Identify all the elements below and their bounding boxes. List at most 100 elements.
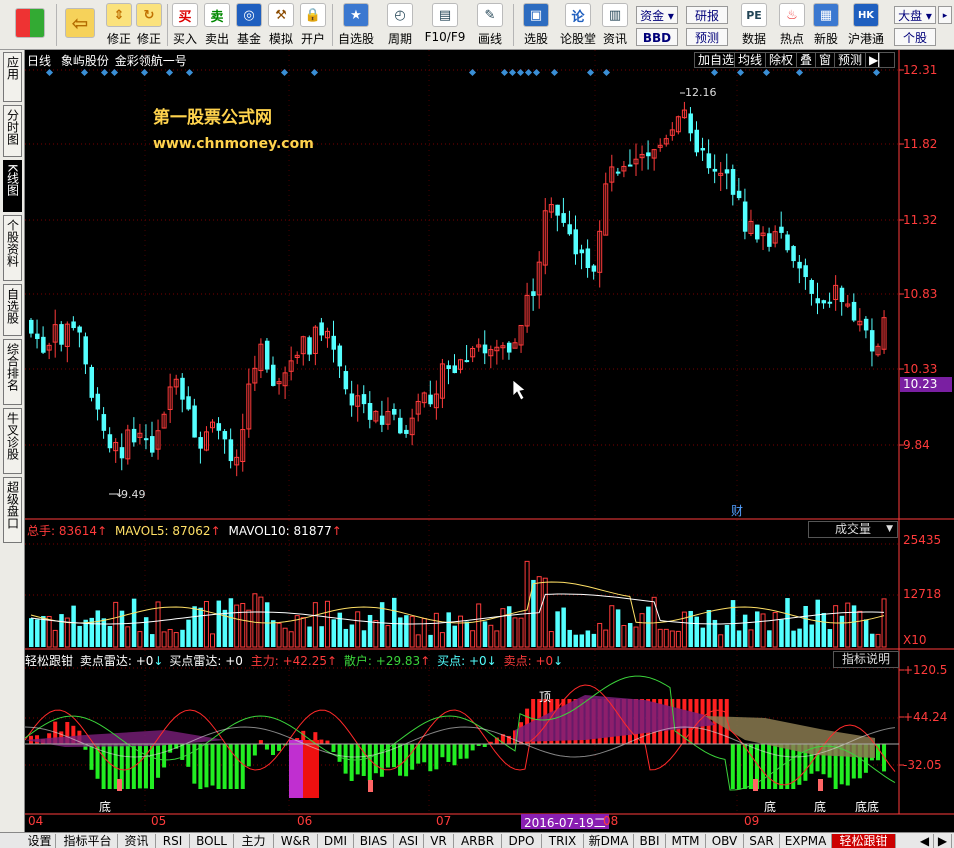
indicator-histogram-bar <box>246 744 251 767</box>
volume-bar <box>228 598 234 647</box>
candle-body <box>150 436 155 453</box>
hk-connect-button[interactable]: HK 沪港通 <box>844 2 888 48</box>
volume-bar <box>675 630 681 648</box>
open-account-button[interactable]: 🔒 开户 <box>298 2 328 48</box>
refresh-button[interactable]: ↻ 修正 <box>134 2 164 48</box>
period-button[interactable]: ◴ 周期 <box>380 2 420 48</box>
gegu-button[interactable]: 个股 <box>894 28 936 46</box>
volume-bar <box>216 600 222 647</box>
tab-rsi[interactable]: RSI <box>156 834 190 848</box>
layout-button[interactable] <box>10 2 50 48</box>
correct-button[interactable]: ⇕ 修正 <box>104 2 134 48</box>
candle-body <box>730 169 736 195</box>
tab-boll[interactable]: BOLL <box>190 834 234 848</box>
tab-asi[interactable]: ASI <box>394 834 424 848</box>
tab-dpo[interactable]: DPO <box>502 834 542 848</box>
candle-body <box>869 330 875 352</box>
formula-name[interactable]: 金彩领航一号 <box>115 54 187 68</box>
tab-arbr[interactable]: ARBR <box>454 834 502 848</box>
volume-bar <box>579 634 585 647</box>
candle-body <box>41 336 46 353</box>
dapan-button[interactable]: 大盘 ▾ <box>894 6 936 24</box>
left-tab-ranking[interactable]: 综合排名 <box>3 339 22 405</box>
volume-indicator-select[interactable]: 成交量 ▼ <box>808 521 898 538</box>
candle-body <box>228 439 234 462</box>
tab-mtm[interactable]: MTM <box>666 834 706 848</box>
bbd-button[interactable]: BBD <box>636 28 678 46</box>
left-tab-kline[interactable]: K线图 <box>3 160 22 212</box>
forecast-toggle-button[interactable]: 预测 <box>834 52 867 68</box>
left-tab-profile[interactable]: 个股资料 <box>3 215 22 281</box>
diamond-marker <box>508 68 517 77</box>
indicator-histogram-bar <box>277 744 282 751</box>
kline-chart-svg[interactable]: 12.31 11.82 11.32 10.83 10.33 9.84 25435 12718 X… <box>24 50 954 832</box>
f10-button[interactable]: ▤ F10/F9 <box>422 2 468 48</box>
month-label: 08 <box>603 814 619 828</box>
diamond-marker <box>762 68 771 77</box>
tab-wr[interactable]: W&R <box>274 834 318 848</box>
ex-rights-button[interactable]: 除权 <box>765 52 798 68</box>
volume-bar <box>258 596 264 648</box>
tab-qingsong-genqian[interactable]: 轻松跟钳 <box>832 834 896 848</box>
tab-vr[interactable]: VR <box>424 834 454 848</box>
tab-indicator-platform[interactable]: 指标平台 <box>58 834 118 848</box>
indicator-histogram-bar <box>222 744 227 789</box>
toolbar-separator <box>513 4 514 46</box>
zijin-button[interactable]: 资金 ▾ <box>636 6 678 24</box>
tab-bbi[interactable]: BBI <box>634 834 666 848</box>
hk-connect-icon: HK <box>853 3 879 27</box>
mouse-cursor-icon <box>512 379 526 401</box>
tab-bias[interactable]: BIAS <box>354 834 394 848</box>
forecast-button[interactable]: 预测 <box>686 28 728 46</box>
volume-bar <box>548 631 554 648</box>
tab-news[interactable]: 资讯 <box>118 834 156 848</box>
simulate-button[interactable]: ⚒ 模拟 <box>266 2 296 48</box>
left-tab-diagnosis[interactable]: 牛叉诊股 <box>3 408 22 474</box>
add-watchlist-button[interactable]: 加自选 <box>694 52 739 68</box>
overlay-button[interactable]: 叠 <box>796 52 817 68</box>
sell-button[interactable]: 卖 卖出 <box>202 2 232 48</box>
tab-dmi[interactable]: DMI <box>318 834 354 848</box>
watchlist-button[interactable]: ★ 自选股 <box>336 2 376 48</box>
scroll-right-icon[interactable]: ▸ <box>938 6 952 24</box>
fund-button[interactable]: ◎ 基金 <box>234 2 264 48</box>
indicator-help-button[interactable]: 指标说明 <box>833 651 899 668</box>
volume-bar <box>52 629 58 648</box>
tab-sar[interactable]: SAR <box>744 834 780 848</box>
panel-toggle-icon[interactable]: ▶▏ <box>865 52 895 68</box>
buy-button[interactable]: 买 买入 <box>170 2 200 48</box>
tab-scroll-right-icon[interactable]: ▶ <box>934 834 952 848</box>
research-button[interactable]: 研报 <box>686 6 728 24</box>
stock-screen-button[interactable]: ▣ 选股 <box>516 2 556 48</box>
hot-button[interactable]: ♨ 热点 <box>776 2 808 48</box>
retail-band <box>705 716 875 758</box>
chart-area[interactable]: 12.31 11.82 11.32 10.83 10.33 9.84 25435 12718 X… <box>24 50 954 832</box>
volume-bar <box>585 630 591 647</box>
volume-bar <box>439 632 445 648</box>
window-button[interactable]: 窗 <box>815 52 836 68</box>
data-button[interactable]: PE 数据 <box>734 2 774 48</box>
price-axis-label: 12.31 <box>903 63 937 77</box>
tab-main-force[interactable]: 主力 <box>234 834 274 848</box>
diamond-marker <box>140 68 149 77</box>
back-button[interactable]: ⇦ <box>60 2 100 48</box>
moving-average-button[interactable]: 均线 <box>734 52 767 68</box>
draw-line-button[interactable]: ✎ 画线 <box>470 2 510 48</box>
tab-expma[interactable]: EXPMA <box>780 834 832 848</box>
candle-body <box>361 394 367 405</box>
left-tab-order-book[interactable]: 超级盘口 <box>3 477 22 543</box>
tab-settings[interactable]: 设置 <box>24 834 56 848</box>
tab-new-dma[interactable]: 新DMA <box>584 834 634 848</box>
tab-trix[interactable]: TRIX <box>542 834 584 848</box>
forum-button[interactable]: 论 论股堂 <box>558 2 598 48</box>
left-tab-intraday[interactable]: 分时图 <box>3 105 22 157</box>
period-label[interactable]: 日线 <box>27 54 51 68</box>
volume-bar <box>77 625 82 647</box>
indicator-histogram-bar <box>422 744 427 763</box>
tab-scroll-left-icon[interactable]: ◀ <box>916 834 934 848</box>
tab-obv[interactable]: OBV <box>706 834 744 848</box>
left-tab-watchlist[interactable]: 自选股 <box>3 284 22 336</box>
new-stock-button[interactable]: ▦ 新股 <box>810 2 842 48</box>
left-tab-apps[interactable]: 应用 <box>3 52 22 102</box>
news-button[interactable]: ▥ 资讯 <box>600 2 630 48</box>
